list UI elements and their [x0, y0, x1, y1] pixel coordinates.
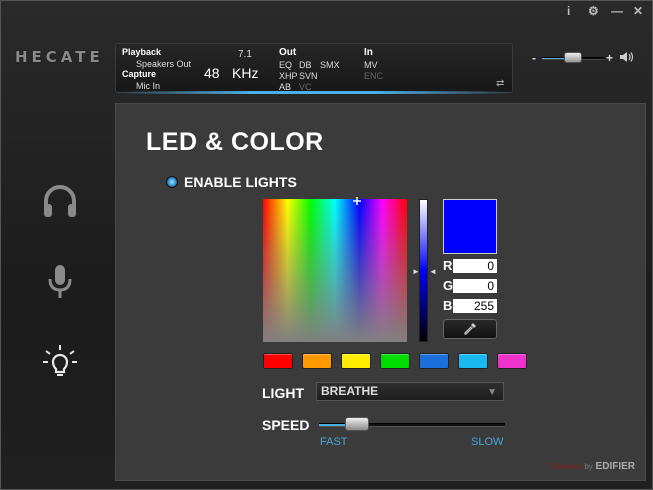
enable-lights-label: ENABLE LIGHTS [184, 174, 297, 190]
minimize-button[interactable]: — [611, 4, 623, 18]
enable-lights-toggle[interactable]: ENABLE LIGHTS [166, 174, 297, 190]
volume-plus: + [606, 51, 614, 65]
capture-label: Capture [122, 69, 157, 79]
led-color-panel: LED & COLOR ENABLE LIGHTS ► ◄ R 0 G 0 B … [115, 103, 646, 481]
headphones-icon[interactable] [39, 181, 81, 223]
speaker-icon[interactable] [619, 51, 635, 63]
preset-color-7[interactable] [497, 353, 527, 369]
brightness-slider[interactable] [419, 199, 428, 342]
out-label: Out [279, 47, 297, 58]
brightness-arrow-left: ► [412, 267, 420, 276]
status-panel: Playback Speakers Out Capture Mic In 7.1… [115, 43, 513, 94]
in-label: In [364, 47, 373, 58]
volume-minus: - [532, 51, 536, 65]
speed-fast-label: FAST [320, 436, 348, 448]
rate-value: 48 [204, 65, 220, 81]
status-glow [116, 91, 512, 94]
selected-color-swatch [443, 199, 497, 254]
info-icon[interactable]: i [567, 4, 570, 18]
out-db: DB [299, 60, 312, 70]
brand-powered: Powered [549, 462, 582, 471]
out-svn: SVN [299, 71, 318, 81]
light-mode-value: BREATHE [321, 384, 379, 398]
logo: HECATE [15, 48, 104, 66]
playback-device: Speakers Out [136, 59, 192, 69]
brand-by: by [584, 462, 593, 471]
chevron-down-icon: ▼ [487, 387, 497, 398]
app-window: i ⚙ — ✕ HECATE Playback Speakers Out Cap… [0, 0, 653, 490]
g-label: G [443, 278, 454, 293]
brand: Powered by EDIFIER [550, 461, 635, 472]
close-button[interactable]: ✕ [633, 4, 643, 18]
preset-color-4[interactable] [380, 353, 410, 369]
g-input[interactable]: 0 [453, 279, 497, 293]
speed-thumb[interactable] [345, 417, 369, 431]
light-label: LIGHT [262, 385, 304, 401]
in-mv: MV [364, 60, 378, 70]
eyedropper-button[interactable] [443, 319, 497, 339]
out-smx: SMX [320, 60, 340, 70]
preset-color-6[interactable] [458, 353, 488, 369]
color-spectrum[interactable] [263, 199, 407, 342]
light-mode-select[interactable]: BREATHE ▼ [316, 382, 504, 401]
playback-label: Playback [122, 47, 162, 57]
page-title: LED & COLOR [146, 128, 324, 156]
preset-color-3[interactable] [341, 353, 371, 369]
speed-label: SPEED [262, 417, 310, 433]
preset-color-5[interactable] [419, 353, 449, 369]
preset-color-1[interactable] [263, 353, 293, 369]
r-label: R [443, 258, 453, 273]
swap-icon[interactable]: ⇄ [496, 78, 504, 89]
out-eq: EQ [279, 60, 293, 70]
b-input[interactable]: 255 [453, 299, 497, 313]
enable-lights-radio[interactable] [166, 176, 178, 188]
eyedropper-icon [464, 323, 476, 335]
bulb-icon[interactable] [39, 341, 81, 383]
rate-unit: KHz [232, 65, 259, 81]
r-input[interactable]: 0 [453, 259, 497, 273]
settings-icon[interactable]: ⚙ [588, 4, 599, 18]
brightness-arrow-right: ◄ [429, 267, 437, 276]
out-xhp: XHP [279, 71, 298, 81]
channels-value: 7.1 [238, 49, 252, 60]
b-label: B [443, 298, 453, 313]
speed-slow-label: SLOW [471, 436, 504, 448]
preset-swatches [263, 353, 527, 369]
volume-thumb[interactable] [564, 52, 582, 63]
preset-color-2[interactable] [302, 353, 332, 369]
brand-name: EDIFIER [595, 461, 635, 472]
in-enc: ENC [364, 71, 384, 81]
spectrum-marker[interactable] [353, 197, 361, 205]
capture-device: Mic In [136, 81, 161, 91]
microphone-icon[interactable] [39, 261, 81, 303]
